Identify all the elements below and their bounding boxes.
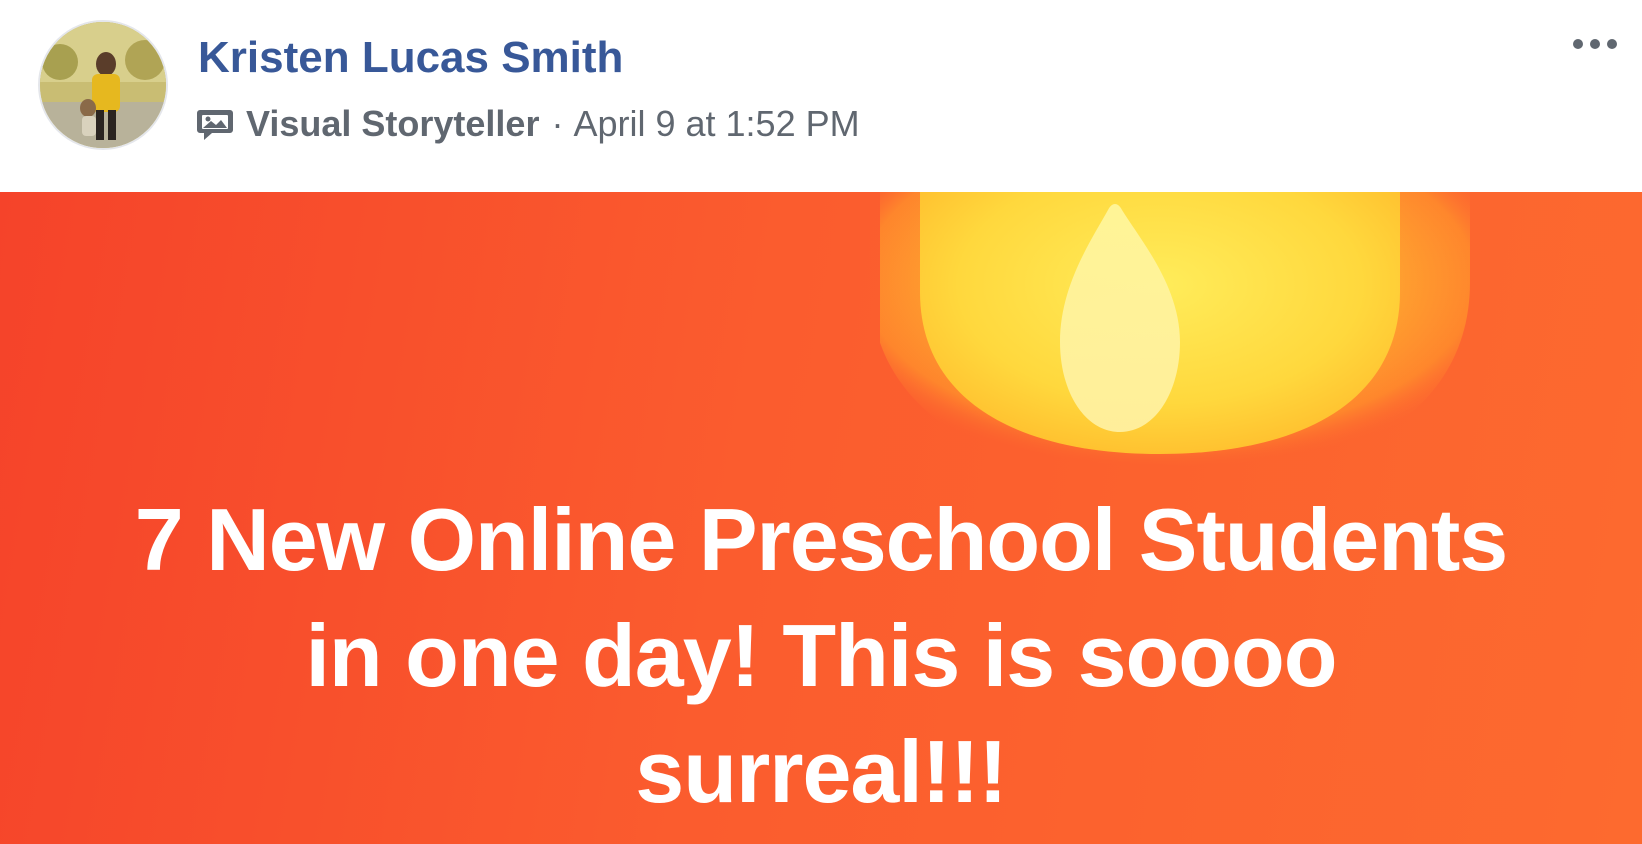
more-options-icon [1573,39,1583,49]
post-timestamp[interactable]: April 9 at 1:52 PM [573,103,859,145]
more-options-button[interactable] [1560,24,1630,64]
author-name[interactable]: Kristen Lucas Smith [198,30,623,86]
avatar-photo [40,22,166,148]
meta-separator: · [551,103,564,144]
author-avatar[interactable] [38,20,168,150]
more-options-icon [1590,39,1600,49]
visual-storyteller-icon [196,104,236,144]
post-meta: Visual Storyteller · April 9 at 1:52 PM [196,98,860,150]
flame-icon [880,192,1470,482]
facebook-post: Kristen Lucas Smith Visual Storyteller ·… [0,0,1642,844]
colored-background-post: 7 New Online Preschool Students in one d… [0,192,1642,844]
post-text: 7 New Online Preschool Students in one d… [134,490,1508,821]
post-header: Kristen Lucas Smith Visual Storyteller ·… [0,0,1642,190]
badge-label[interactable]: Visual Storyteller [246,103,539,145]
more-options-icon [1607,39,1617,49]
